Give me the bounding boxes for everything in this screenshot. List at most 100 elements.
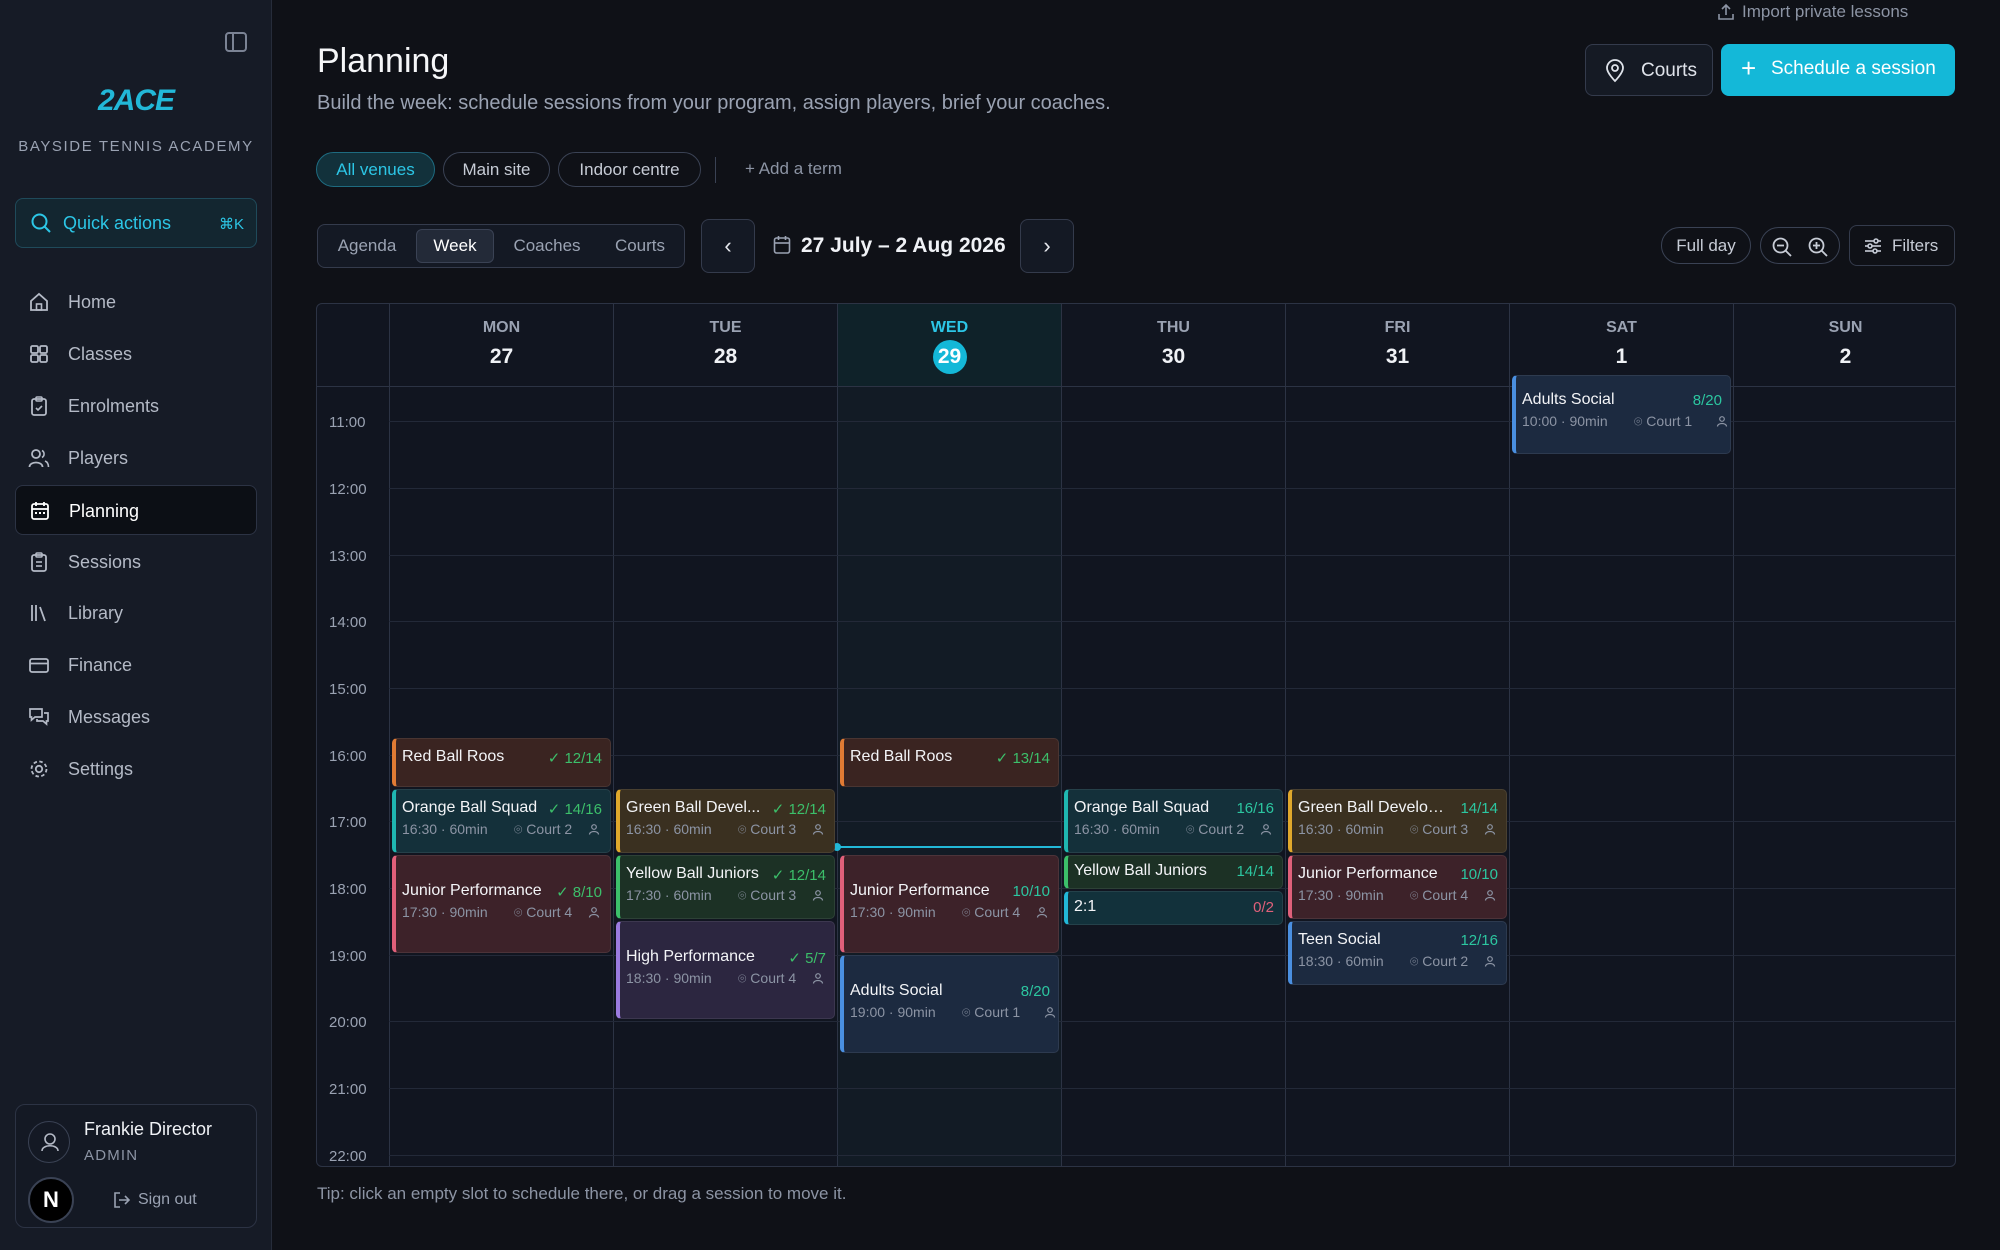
session-card[interactable]: Orange Ball Squad 16/16 16:30 · 60min ⌾ …: [1064, 789, 1283, 853]
day-header-sat: SAT 1: [1509, 304, 1733, 386]
session-card[interactable]: Junior Performance 10/10 17:30 · 90min ⌾…: [1288, 855, 1507, 919]
messages-icon: [29, 708, 49, 726]
session-count: 16/16: [1236, 800, 1274, 817]
session-title: Red Ball Roos: [402, 748, 505, 765]
add-term-button[interactable]: + Add a term: [745, 159, 842, 179]
zoom-in-icon[interactable]: [1807, 236, 1829, 258]
user-card: Frankie Director ADMIN N Sign out: [15, 1104, 257, 1228]
schedule-session-button[interactable]: + Schedule a session: [1721, 44, 1955, 96]
sidebar-item-planning[interactable]: Planning: [15, 485, 257, 535]
session-card[interactable]: Green Ball Develop... 14/14 16:30 · 60mi…: [1288, 789, 1507, 853]
session-title: Green Ball Devel...: [626, 799, 761, 816]
players-icon: [812, 824, 824, 835]
session-title: Adults Social: [1522, 391, 1615, 408]
chip-all-venues[interactable]: All venues: [316, 152, 435, 187]
next-week-button[interactable]: ›: [1020, 219, 1074, 273]
user-name: Frankie Director: [84, 1119, 213, 1139]
session-count: ✓ 12/14: [771, 801, 826, 818]
grid-icon: [30, 345, 48, 363]
schedule-label: Schedule a session: [1771, 58, 1936, 79]
court-label: Court 4: [1422, 887, 1469, 903]
time-label: 20:00: [329, 1014, 367, 1031]
session-time: 16:30 · 60min: [1074, 821, 1160, 837]
full-day-toggle[interactable]: Full day: [1661, 227, 1751, 264]
courts-button[interactable]: Courts: [1585, 44, 1713, 96]
library-icon: [31, 605, 46, 622]
time-label: 21:00: [329, 1081, 367, 1098]
sign-out-button[interactable]: Sign out: [114, 1191, 197, 1209]
tab-week[interactable]: Week: [416, 229, 494, 263]
tab-courts[interactable]: Courts: [600, 229, 680, 263]
chip-main-site[interactable]: Main site: [443, 152, 550, 187]
sidebar-item-home[interactable]: Home: [15, 277, 257, 327]
prev-week-button[interactable]: ‹: [701, 219, 755, 273]
session-card[interactable]: Green Ball Devel... ✓ 12/14 16:30 · 60mi…: [616, 789, 835, 853]
sidebar-item-enrolments[interactable]: Enrolments: [15, 381, 257, 431]
clipboard-icon: [31, 396, 47, 416]
time-label: 13:00: [329, 548, 367, 565]
avatar[interactable]: [28, 1121, 70, 1163]
sidebar-item-label: Messages: [68, 707, 151, 727]
day-name: TUE: [709, 319, 742, 336]
session-title: Junior Performance: [850, 882, 990, 899]
session-card[interactable]: Adults Social 8/20 10:00 · 90min ⌾ Court…: [1512, 375, 1731, 454]
session-court: ⌾ Court 3: [738, 887, 797, 903]
column-divider: [1061, 304, 1062, 1166]
session-card[interactable]: Red Ball Roos ✓ 12/14: [392, 738, 611, 787]
sidebar-item-settings[interactable]: Settings: [15, 744, 257, 794]
session-count: 10/10: [1460, 866, 1498, 883]
sidebar-item-finance[interactable]: Finance: [15, 640, 257, 690]
day-date: 29: [838, 340, 1061, 374]
filters-button[interactable]: Filters: [1849, 225, 1955, 266]
court-label: Court 3: [750, 887, 797, 903]
collapse-sidebar-icon[interactable]: [225, 32, 247, 52]
zoom-out-icon[interactable]: [1771, 236, 1793, 258]
session-card[interactable]: Junior Performance 10/10 17:30 · 90min ⌾…: [840, 855, 1059, 953]
session-time: 17:30 · 90min: [1298, 887, 1384, 903]
gear-icon: [30, 760, 48, 778]
sidebar-item-players[interactable]: Players: [15, 433, 257, 483]
session-card[interactable]: Orange Ball Squad ✓ 14/16 16:30 · 60min …: [392, 789, 611, 853]
session-court: ⌾ Court 2: [1186, 821, 1245, 837]
sidebar-item-classes[interactable]: Classes: [15, 329, 257, 379]
session-card[interactable]: Junior Performance ✓ 8/10 17:30 · 90min …: [392, 855, 611, 953]
tab-coaches[interactable]: Coaches: [500, 229, 594, 263]
add-term-label: Add a term: [758, 159, 842, 178]
session-title: Yellow Ball Juniors: [626, 865, 759, 882]
players-icon: [1260, 824, 1272, 835]
column-divider: [1285, 304, 1286, 1166]
session-count: 14/14: [1236, 863, 1274, 880]
time-label: 12:00: [329, 481, 367, 498]
session-card[interactable]: Yellow Ball Juniors ✓ 12/14 17:30 · 60mi…: [616, 855, 835, 919]
day-header-fri: FRI 31: [1285, 304, 1509, 386]
day-date: 31: [1385, 345, 1410, 368]
session-card[interactable]: Red Ball Roos ✓ 13/14: [840, 738, 1059, 787]
quick-actions-button[interactable]: Quick actions ⌘K: [15, 198, 257, 248]
session-card[interactable]: Teen Social 12/16 18:30 · 60min ⌾ Court …: [1288, 921, 1507, 985]
session-card[interactable]: Yellow Ball Juniors 14/14: [1064, 855, 1283, 889]
sidebar-item-messages[interactable]: Messages: [15, 692, 257, 742]
day-date: 28: [713, 345, 738, 368]
players-icon: [1044, 1007, 1056, 1018]
sliders-icon: [1865, 238, 1881, 254]
chip-indoor-centre[interactable]: Indoor centre: [558, 152, 701, 187]
session-card[interactable]: High Performance ✓ 5/7 18:30 · 90min ⌾ C…: [616, 921, 835, 1019]
session-court: ⌾ Court 2: [1410, 953, 1469, 969]
tab-agenda[interactable]: Agenda: [324, 229, 410, 263]
time-label: 18:00: [329, 881, 367, 898]
import-private-lessons-link[interactable]: Import private lessons: [1718, 2, 1909, 22]
hour-line: [389, 1021, 1955, 1022]
sidebar-item-sessions[interactable]: Sessions: [15, 537, 257, 587]
day-date: 1: [1615, 345, 1628, 368]
hour-line: [389, 488, 1955, 489]
session-title: Adults Social: [850, 982, 943, 999]
import-label: Import private lessons: [1742, 2, 1909, 21]
session-card[interactable]: Adults Social 8/20 19:00 · 90min ⌾ Court…: [840, 955, 1059, 1053]
session-card[interactable]: 2:1 0/2: [1064, 891, 1283, 925]
court-label: Court 4: [974, 904, 1021, 920]
sidebar-item-label: Sessions: [68, 552, 142, 572]
n-badge[interactable]: N: [28, 1177, 74, 1223]
court-label: Court 4: [750, 970, 797, 986]
players-icon: [812, 973, 824, 984]
sidebar-item-library[interactable]: Library: [15, 588, 257, 638]
